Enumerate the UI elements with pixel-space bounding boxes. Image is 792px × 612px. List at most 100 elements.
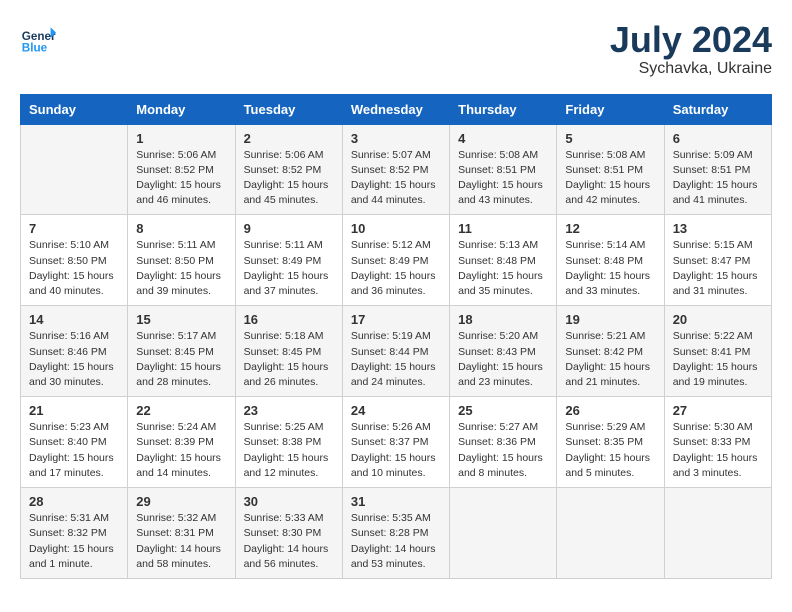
day-info: Sunrise: 5:08 AM Sunset: 8:51 PM Dayligh… — [458, 148, 548, 209]
calendar-cell: 3 Sunrise: 5:07 AM Sunset: 8:52 PM Daylig… — [342, 124, 449, 215]
day-number: 30 — [244, 494, 334, 509]
day-number: 15 — [136, 312, 226, 327]
calendar-cell — [450, 488, 557, 579]
col-header-tuesday: Tuesday — [235, 94, 342, 124]
day-number: 27 — [673, 403, 763, 418]
calendar-cell: 29Sunrise: 5:32 AM Sunset: 8:31 PM Dayli… — [128, 488, 235, 579]
day-info: Sunrise: 5:06 AM Sunset: 8:52 PM Dayligh… — [244, 148, 334, 209]
day-info: Sunrise: 5:18 AM Sunset: 8:45 PM Dayligh… — [244, 329, 334, 390]
day-info: Sunrise: 5:07 AM Sunset: 8:52 PM Dayligh… — [351, 148, 441, 209]
calendar-cell: 31Sunrise: 5:35 AM Sunset: 8:28 PM Dayli… — [342, 488, 449, 579]
calendar-week-5: 28 Sunrise: 5:31 AM Sunset: 8:32 PM Dayli… — [21, 488, 772, 579]
calendar-cell: 23 Sunrise: 5:25 AM Sunset: 8:38 PM Dayli… — [235, 397, 342, 488]
calendar-cell: 26 Sunrise: 5:29 AM Sunset: 8:35 PM Dayli… — [557, 397, 664, 488]
day-info: Sunrise: 5:31 AM Sunset: 8:32 PM Dayligh… — [29, 511, 119, 572]
calendar-cell: 21 Sunrise: 5:23 AM Sunset: 8:40 PM Dayli… — [21, 397, 128, 488]
day-number: 13 — [673, 221, 763, 236]
day-number: 19 — [565, 312, 655, 327]
calendar-cell: 25 Sunrise: 5:27 AM Sunset: 8:36 PM Dayli… — [450, 397, 557, 488]
day-info: Sunrise: 5:11 AM Sunset: 8:50 PM Dayligh… — [136, 238, 226, 299]
day-number: 14 — [29, 312, 119, 327]
calendar-cell — [664, 488, 771, 579]
day-info: Sunrise: 5:22 AM Sunset: 8:41 PM Dayligh… — [673, 329, 763, 390]
calendar-cell: 7 Sunrise: 5:10 AM Sunset: 8:50 PM Daylig… — [21, 215, 128, 306]
calendar-cell: 15 Sunrise: 5:17 AM Sunset: 8:45 PM Dayli… — [128, 306, 235, 397]
page-header: General Blue July 2024 Sychavka, Ukraine — [20, 20, 772, 78]
calendar-cell: 2 Sunrise: 5:06 AM Sunset: 8:52 PM Daylig… — [235, 124, 342, 215]
day-number: 24 — [351, 403, 441, 418]
day-number: 4 — [458, 131, 548, 146]
col-header-thursday: Thursday — [450, 94, 557, 124]
day-number: 11 — [458, 221, 548, 236]
day-number: 1 — [136, 131, 226, 146]
calendar-cell: 27Sunrise: 5:30 AM Sunset: 8:33 PM Dayli… — [664, 397, 771, 488]
day-info: Sunrise: 5:27 AM Sunset: 8:36 PM Dayligh… — [458, 420, 548, 481]
day-info: Sunrise: 5:20 AM Sunset: 8:43 PM Dayligh… — [458, 329, 548, 390]
day-number: 9 — [244, 221, 334, 236]
calendar-cell: 24 Sunrise: 5:26 AM Sunset: 8:37 PM Dayli… — [342, 397, 449, 488]
day-number: 7 — [29, 221, 119, 236]
calendar-cell: 19 Sunrise: 5:21 AM Sunset: 8:42 PM Dayli… — [557, 306, 664, 397]
logo-icon: General Blue — [20, 20, 56, 56]
col-header-sunday: Sunday — [21, 94, 128, 124]
day-number: 10 — [351, 221, 441, 236]
day-info: Sunrise: 5:12 AM Sunset: 8:49 PM Dayligh… — [351, 238, 441, 299]
col-header-monday: Monday — [128, 94, 235, 124]
calendar-cell — [21, 124, 128, 215]
calendar-cell: 28 Sunrise: 5:31 AM Sunset: 8:32 PM Dayli… — [21, 488, 128, 579]
calendar-cell: 5Sunrise: 5:08 AM Sunset: 8:51 PM Daylig… — [557, 124, 664, 215]
day-number: 16 — [244, 312, 334, 327]
col-header-saturday: Saturday — [664, 94, 771, 124]
location-subtitle: Sychavka, Ukraine — [610, 60, 772, 78]
calendar-table: SundayMondayTuesdayWednesdayThursdayFrid… — [20, 94, 772, 579]
calendar-cell — [557, 488, 664, 579]
day-number: 8 — [136, 221, 226, 236]
col-header-wednesday: Wednesday — [342, 94, 449, 124]
day-info: Sunrise: 5:23 AM Sunset: 8:40 PM Dayligh… — [29, 420, 119, 481]
month-title: July 2024 — [610, 20, 772, 60]
day-info: Sunrise: 5:29 AM Sunset: 8:35 PM Dayligh… — [565, 420, 655, 481]
day-info: Sunrise: 5:15 AM Sunset: 8:47 PM Dayligh… — [673, 238, 763, 299]
day-number: 21 — [29, 403, 119, 418]
day-info: Sunrise: 5:09 AM Sunset: 8:51 PM Dayligh… — [673, 148, 763, 209]
day-info: Sunrise: 5:24 AM Sunset: 8:39 PM Dayligh… — [136, 420, 226, 481]
day-info: Sunrise: 5:19 AM Sunset: 8:44 PM Dayligh… — [351, 329, 441, 390]
day-number: 23 — [244, 403, 334, 418]
calendar-cell: 20 Sunrise: 5:22 AM Sunset: 8:41 PM Dayli… — [664, 306, 771, 397]
day-info: Sunrise: 5:08 AM Sunset: 8:51 PM Dayligh… — [565, 148, 655, 209]
day-info: Sunrise: 5:25 AM Sunset: 8:38 PM Dayligh… — [244, 420, 334, 481]
day-info: Sunrise: 5:06 AM Sunset: 8:52 PM Dayligh… — [136, 148, 226, 209]
day-number: 2 — [244, 131, 334, 146]
day-info: Sunrise: 5:10 AM Sunset: 8:50 PM Dayligh… — [29, 238, 119, 299]
title-block: July 2024 Sychavka, Ukraine — [610, 20, 772, 78]
day-number: 12 — [565, 221, 655, 236]
calendar-cell: 16 Sunrise: 5:18 AM Sunset: 8:45 PM Dayli… — [235, 306, 342, 397]
calendar-week-1: 1 Sunrise: 5:06 AM Sunset: 8:52 PM Daylig… — [21, 124, 772, 215]
day-info: Sunrise: 5:17 AM Sunset: 8:45 PM Dayligh… — [136, 329, 226, 390]
day-number: 28 — [29, 494, 119, 509]
calendar-cell: 11Sunrise: 5:13 AM Sunset: 8:48 PM Dayli… — [450, 215, 557, 306]
day-number: 22 — [136, 403, 226, 418]
day-number: 31 — [351, 494, 441, 509]
day-info: Sunrise: 5:21 AM Sunset: 8:42 PM Dayligh… — [565, 329, 655, 390]
calendar-cell: 1 Sunrise: 5:06 AM Sunset: 8:52 PM Daylig… — [128, 124, 235, 215]
day-number: 18 — [458, 312, 548, 327]
day-info: Sunrise: 5:14 AM Sunset: 8:48 PM Dayligh… — [565, 238, 655, 299]
calendar-cell: 12 Sunrise: 5:14 AM Sunset: 8:48 PM Dayli… — [557, 215, 664, 306]
day-info: Sunrise: 5:11 AM Sunset: 8:49 PM Dayligh… — [244, 238, 334, 299]
day-number: 20 — [673, 312, 763, 327]
day-info: Sunrise: 5:26 AM Sunset: 8:37 PM Dayligh… — [351, 420, 441, 481]
day-number: 25 — [458, 403, 548, 418]
day-number: 26 — [565, 403, 655, 418]
day-info: Sunrise: 5:33 AM Sunset: 8:30 PM Dayligh… — [244, 511, 334, 572]
col-header-friday: Friday — [557, 94, 664, 124]
calendar-cell: 18 Sunrise: 5:20 AM Sunset: 8:43 PM Dayli… — [450, 306, 557, 397]
logo: General Blue — [20, 20, 56, 56]
calendar-week-3: 14 Sunrise: 5:16 AM Sunset: 8:46 PM Dayli… — [21, 306, 772, 397]
calendar-cell: 10 Sunrise: 5:12 AM Sunset: 8:49 PM Dayli… — [342, 215, 449, 306]
calendar-cell: 9 Sunrise: 5:11 AM Sunset: 8:49 PM Daylig… — [235, 215, 342, 306]
day-number: 3 — [351, 131, 441, 146]
day-info: Sunrise: 5:16 AM Sunset: 8:46 PM Dayligh… — [29, 329, 119, 390]
calendar-cell: 14 Sunrise: 5:16 AM Sunset: 8:46 PM Dayli… — [21, 306, 128, 397]
day-info: Sunrise: 5:32 AM Sunset: 8:31 PM Dayligh… — [136, 511, 226, 572]
